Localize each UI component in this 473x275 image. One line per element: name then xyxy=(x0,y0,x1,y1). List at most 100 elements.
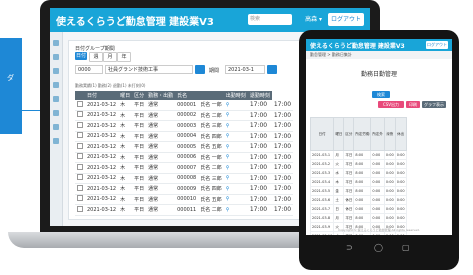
clock-in-cell: 17:00 xyxy=(247,194,272,205)
tablet-graph-button[interactable]: グラフ表示 xyxy=(422,101,446,108)
row-checkbox-cell[interactable] xyxy=(75,204,85,216)
tablet-table-row[interactable]: 2021-03-5 金平日 8:00 0:00 0:00 0:00 xyxy=(309,186,407,196)
table-cell: 2021-03-12 xyxy=(85,100,119,111)
table-row[interactable]: 2021-03-12 木平日 通常 000006 氏名 一郎 ⚲ 17:00 17:00 xyxy=(75,152,294,163)
search-button[interactable] xyxy=(195,65,205,74)
row-checkbox[interactable] xyxy=(77,205,83,212)
row-checkbox[interactable] xyxy=(77,174,83,181)
recent-apps-icon[interactable]: ▢ xyxy=(402,243,410,252)
magnifier-icon[interactable]: ⚲ xyxy=(223,173,248,184)
row-checkbox-cell[interactable] xyxy=(75,120,85,132)
row-checkbox-cell[interactable] xyxy=(75,162,85,174)
table-row[interactable]: 2021-03-12 木平日 通常 000002 氏名 二郎 ⚲ 17:00 17:00 xyxy=(75,110,294,121)
user-icon[interactable] xyxy=(53,82,59,88)
table-header[interactable]: 退勤時刻 xyxy=(247,91,272,100)
row-checkbox-cell[interactable] xyxy=(75,152,85,163)
user-menu[interactable]: 高森 ▾ xyxy=(305,14,322,25)
tablet-csv-button[interactable]: CSV出力 xyxy=(378,101,404,108)
table-row[interactable]: 2021-03-12 木平日 通常 000008 氏名 三郎 ⚲ 17:00 17:00 xyxy=(75,173,294,184)
tablet-table-row[interactable]: 2021-03-2 火平日 8:00 0:00 0:00 0:00 xyxy=(309,159,407,169)
table-header[interactable]: 日付 xyxy=(85,91,119,100)
row-checkbox-cell[interactable] xyxy=(75,100,85,111)
tablet-table-row[interactable]: 2021-03-6 土休日 0:00 0:00 0:00 0:00 xyxy=(309,195,407,205)
tablet-search-button[interactable]: 検索 xyxy=(372,91,390,98)
row-checkbox[interactable] xyxy=(77,100,83,107)
row-checkbox[interactable] xyxy=(77,184,83,191)
chip-year[interactable]: 年 xyxy=(117,52,131,62)
chip-week[interactable]: 週 xyxy=(89,52,103,62)
magnifier-icon[interactable]: ⚲ xyxy=(223,120,248,132)
tablet-table-cell: 2021-03-10 xyxy=(309,231,335,235)
tablet-table-cell: 2021-03-2 xyxy=(309,159,335,169)
map-icon[interactable] xyxy=(53,138,59,144)
back-icon[interactable]: ⊃ xyxy=(346,243,353,252)
table-row[interactable]: 2021-03-12 木平日 通常 000010 氏名 五郎 ⚲ 17:00 17:00 xyxy=(75,194,294,205)
date-picker-button[interactable] xyxy=(267,65,277,74)
tablet-logo[interactable]: 使えるくらうど勤怠管理 建設業V3 xyxy=(310,41,405,50)
table-row[interactable]: 2021-03-12 木平日 通常 000005 氏名 五郎 ⚲ 17:00 17:00 xyxy=(75,141,294,153)
table-header[interactable]: 勤務・出勤 xyxy=(146,91,176,100)
row-checkbox[interactable] xyxy=(77,142,83,149)
row-checkbox[interactable] xyxy=(77,121,83,128)
tablet-table-cell: 火 xyxy=(333,159,345,169)
employee-code-input[interactable]: 0000 xyxy=(75,65,103,74)
magnifier-icon[interactable]: ⚲ xyxy=(223,100,248,111)
tablet-logout-button[interactable]: ログアウト xyxy=(426,41,448,49)
table-header[interactable]: 出勤時刻 xyxy=(223,91,248,100)
row-checkbox-cell[interactable] xyxy=(75,110,85,121)
tablet-table-header-row: 日付 曜日 区分 所定労働 所定外 深夜 休出 xyxy=(309,117,407,151)
table-row[interactable]: 2021-03-12 木平日 通常 000004 氏名 四郎 ⚲ 17:00 17:00 xyxy=(75,131,294,142)
table-row[interactable]: 2021-03-12 木平日 通常 000003 氏名 三郎 ⚲ 17:00 17:00 xyxy=(75,120,294,132)
row-checkbox-cell[interactable] xyxy=(75,131,85,142)
tablet-table-row[interactable]: 2021-03-1 月平日 8:00 0:00 0:00 0:00 xyxy=(309,150,407,160)
chart-icon[interactable] xyxy=(53,96,59,102)
tablet-print-button[interactable]: 印刷 xyxy=(406,101,420,108)
magnifier-icon[interactable]: ⚲ xyxy=(223,152,248,163)
home-icon[interactable] xyxy=(53,40,59,46)
row-checkbox-cell[interactable] xyxy=(75,141,85,153)
row-checkbox[interactable] xyxy=(77,132,83,139)
tablet-table-cell: 日 xyxy=(333,204,345,214)
table-cell: 平日 xyxy=(132,110,147,121)
table-row[interactable]: 2021-03-12 木平日 通常 000011 氏名 二郎 ⚲ 17:00 17:00 xyxy=(75,204,294,216)
row-checkbox[interactable] xyxy=(77,153,83,160)
magnifier-icon[interactable]: ⚲ xyxy=(223,183,248,195)
tablet-table-row[interactable]: 2021-03-10水平日8:000:000:000:00 xyxy=(309,231,407,235)
chip-day[interactable]: 日付 xyxy=(75,52,87,60)
list-icon[interactable] xyxy=(53,68,59,74)
row-checkbox-cell[interactable] xyxy=(75,173,85,184)
magnifier-icon[interactable]: ⚲ xyxy=(223,141,248,153)
row-checkbox[interactable] xyxy=(77,195,83,202)
tablet-table-cell: 0:00 xyxy=(353,204,372,214)
header-search-input[interactable]: 検索 xyxy=(248,14,292,25)
magnifier-icon[interactable]: ⚲ xyxy=(223,131,248,142)
magnifier-icon[interactable]: ⚲ xyxy=(223,204,248,216)
clock-out-cell: 17:00 xyxy=(271,120,294,132)
tablet-table-row[interactable]: 2021-03-4 木平日 8:00 0:00 0:00 0:00 xyxy=(309,177,407,187)
table-header[interactable]: 曜日 xyxy=(118,91,133,100)
tablet-table-row[interactable]: 2021-03-8 月平日 8:00 0:00 0:00 0:00 xyxy=(309,213,407,223)
app-logo[interactable]: 使えるくらうど勤怠管理 建設業V3 xyxy=(56,13,214,28)
magnifier-icon[interactable]: ⚲ xyxy=(223,194,248,205)
magnifier-icon[interactable]: ⚲ xyxy=(223,162,248,174)
row-checkbox-cell[interactable] xyxy=(75,194,85,205)
tablet-table-row[interactable]: 2021-03-7 日休日 0:00 0:00 0:00 0:00 xyxy=(309,204,407,214)
logout-button[interactable]: ログアウト xyxy=(328,13,364,26)
chip-month[interactable]: 月 xyxy=(103,52,117,62)
table-row[interactable]: 2021-03-12 木平日 通常 000009 氏名 四郎 ⚲ 17:00 17:00 xyxy=(75,183,294,195)
tablet-table-row[interactable]: 2021-03-3 水平日 8:00 0:00 0:00 0:00 xyxy=(309,168,407,178)
magnifier-icon[interactable]: ⚲ xyxy=(223,110,248,121)
table-header[interactable]: 区分 xyxy=(132,91,147,100)
table-row[interactable]: 2021-03-12 木平日 通常 000007 氏名 二郎 ⚲ 17:00 17:00 xyxy=(75,162,294,174)
settings-icon[interactable] xyxy=(53,110,59,116)
home-button-icon[interactable]: ◯ xyxy=(374,243,383,252)
table-header[interactable]: 氏名 xyxy=(175,91,199,100)
row-checkbox[interactable] xyxy=(77,111,83,118)
date-from-input[interactable]: 2021-03-1 xyxy=(225,65,265,74)
calendar-icon[interactable] xyxy=(53,54,59,60)
table-row[interactable]: 2021-03-12 木平日 通常 000001 氏名 一郎 ⚲ 17:00 17:00 xyxy=(75,100,294,111)
row-checkbox[interactable] xyxy=(77,163,83,170)
employee-name-input[interactable]: 社員グランド技術工事 xyxy=(105,65,193,74)
document-icon[interactable] xyxy=(53,124,59,130)
row-checkbox-cell[interactable] xyxy=(75,183,85,195)
